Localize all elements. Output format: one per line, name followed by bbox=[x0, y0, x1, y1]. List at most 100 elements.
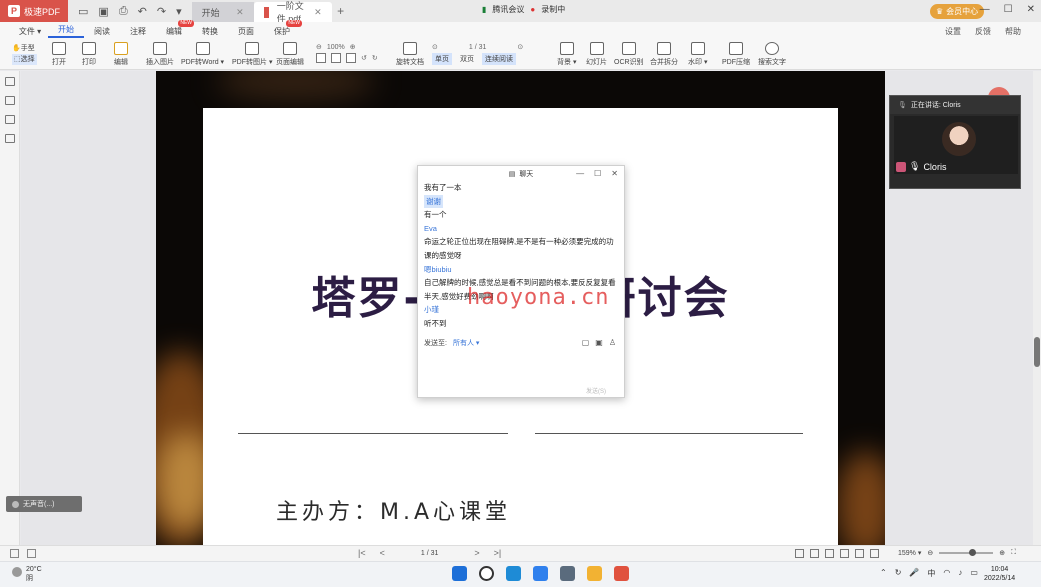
terminal-icon[interactable] bbox=[560, 566, 575, 581]
close-icon[interactable]: ✕ bbox=[611, 169, 618, 178]
battery-icon[interactable]: ▭ bbox=[970, 568, 978, 579]
select-tool-button[interactable]: ⬚选择 bbox=[12, 54, 37, 65]
wifi-icon[interactable]: ◠ bbox=[943, 568, 950, 579]
member-center-button[interactable]: ♛ 会员中心 bbox=[930, 4, 985, 19]
prev-page-icon[interactable]: < bbox=[380, 548, 385, 558]
undo-icon[interactable]: ↶ bbox=[138, 5, 147, 18]
windows-start-icon[interactable] bbox=[452, 566, 467, 581]
zoom-value[interactable]: 100% bbox=[327, 44, 345, 51]
menu-read[interactable]: 阅读 bbox=[84, 26, 120, 37]
menu-annotate[interactable]: 注释 bbox=[120, 26, 156, 37]
menu-file[interactable]: 文件 ▾ bbox=[12, 26, 48, 37]
hand-tool-button[interactable]: ✋手型 bbox=[12, 43, 37, 54]
rotate-right-icon[interactable]: ↻ bbox=[372, 54, 378, 62]
open-button[interactable]: 打开 bbox=[52, 42, 66, 67]
rotate-left-icon[interactable]: ↺ bbox=[361, 54, 367, 62]
zoom-in-icon[interactable]: ⊕ bbox=[350, 43, 356, 51]
video-panel[interactable]: 🎙 正在讲话: Cloris 🎙 Cloris bbox=[889, 95, 1021, 189]
zoom-out-icon[interactable]: ⊖ bbox=[316, 43, 322, 51]
microphone-icon[interactable]: 🎤 bbox=[909, 568, 919, 579]
zoom-slider[interactable] bbox=[939, 549, 994, 556]
double-view-icon[interactable] bbox=[825, 549, 834, 558]
zoom-out-icon[interactable]: ⊖ bbox=[927, 549, 933, 557]
pdf-app-icon[interactable] bbox=[614, 566, 629, 581]
pdf-to-word-button[interactable]: PDF转Word ▾ bbox=[181, 42, 224, 67]
close-window-icon[interactable]: ✕ bbox=[1027, 4, 1035, 15]
open-folder-icon[interactable]: ▭ bbox=[78, 5, 88, 18]
fit-page-icon[interactable] bbox=[316, 53, 326, 63]
menu-edit[interactable]: 编辑 NEW bbox=[156, 19, 194, 37]
file-icon[interactable]: ▢ bbox=[582, 338, 590, 347]
send-button[interactable]: 发送(S) bbox=[586, 386, 606, 395]
edit-button[interactable]: 编辑 bbox=[114, 42, 128, 67]
prev-page-icon[interactable]: ⊙ bbox=[432, 43, 438, 51]
screenshot-icon[interactable]: ▣ bbox=[595, 338, 603, 347]
search-text-button[interactable]: 搜索文字 bbox=[758, 42, 786, 67]
maximize-icon[interactable]: ☐ bbox=[1004, 4, 1013, 15]
next-page-icon[interactable]: > bbox=[474, 548, 479, 558]
fit-width-icon[interactable] bbox=[331, 53, 341, 63]
maximize-icon[interactable]: ☐ bbox=[594, 169, 601, 178]
save-icon[interactable]: ▣ bbox=[98, 5, 108, 18]
volume-icon[interactable]: ♪ bbox=[958, 568, 962, 579]
app-logo[interactable]: P 极速PDF bbox=[0, 0, 69, 22]
settings-link[interactable]: 设置 bbox=[945, 26, 961, 37]
attachments-icon[interactable] bbox=[4, 134, 15, 143]
close-icon[interactable]: ✕ bbox=[314, 7, 322, 18]
zoom-in-icon[interactable]: ⊕ bbox=[999, 549, 1005, 557]
watermark-button[interactable]: 水印 ▾ bbox=[688, 42, 707, 67]
merge-split-button[interactable]: 合并拆分 bbox=[650, 42, 678, 67]
menu-protect[interactable]: 保护 NEW bbox=[264, 19, 302, 37]
vertical-scrollbar[interactable] bbox=[1033, 71, 1041, 545]
last-page-icon[interactable]: >| bbox=[494, 548, 502, 558]
insert-image-button[interactable]: 插入图片 bbox=[146, 42, 174, 67]
double-page-button[interactable]: 双页 bbox=[457, 53, 477, 65]
tab-start[interactable]: 开始 ✕ bbox=[191, 2, 254, 22]
file-explorer-icon[interactable] bbox=[587, 566, 602, 581]
weather-widget[interactable]: 20°C 阴 bbox=[12, 565, 42, 583]
minimize-icon[interactable]: — bbox=[980, 4, 990, 15]
sync-icon[interactable]: ↻ bbox=[895, 568, 902, 579]
meeting-app-icon[interactable] bbox=[533, 566, 548, 581]
menu-start[interactable]: 开始 bbox=[48, 24, 84, 38]
edge-icon[interactable] bbox=[506, 566, 521, 581]
feedback-link[interactable]: 反馈 bbox=[975, 26, 991, 37]
annotations-icon[interactable] bbox=[4, 115, 15, 124]
new-tab-button[interactable]: + bbox=[332, 4, 350, 18]
zoom-level[interactable]: 159% ▾ bbox=[898, 549, 921, 557]
quick-menu-icon[interactable]: ▾ bbox=[176, 5, 182, 18]
next-page-icon[interactable]: ⊙ bbox=[517, 43, 523, 51]
search-icon[interactable] bbox=[479, 566, 494, 581]
fit-view-icon[interactable] bbox=[870, 549, 879, 558]
clock[interactable]: 10:04 2022/5/14 bbox=[984, 565, 1015, 583]
single-view-icon[interactable] bbox=[795, 549, 804, 558]
facing-view-icon[interactable] bbox=[840, 549, 849, 558]
first-page-icon[interactable]: |< bbox=[358, 548, 366, 558]
menu-page[interactable]: 页面 bbox=[228, 26, 264, 37]
print-button[interactable]: 打印 bbox=[82, 42, 96, 67]
ocr-button[interactable]: OCR识别 bbox=[614, 42, 644, 67]
actual-size-icon[interactable] bbox=[346, 53, 356, 63]
print-icon[interactable]: ⎙ bbox=[119, 5, 128, 18]
page-indicator[interactable]: 1 / 31 bbox=[421, 550, 439, 557]
audio-status-pill[interactable]: 无声音(...) bbox=[6, 496, 82, 512]
menu-convert[interactable]: 转换 bbox=[192, 26, 228, 37]
redo-icon[interactable]: ↷ bbox=[157, 5, 166, 18]
recipient-dropdown[interactable]: 所有人 ▾ bbox=[453, 338, 479, 348]
slideshow-button[interactable]: 幻灯片 bbox=[586, 42, 607, 67]
continuous-view-icon[interactable] bbox=[810, 549, 819, 558]
user-icon[interactable]: ♙ bbox=[609, 338, 616, 347]
page-edit-button[interactable]: 页面编辑 bbox=[276, 42, 304, 67]
zoom-knob[interactable] bbox=[969, 549, 977, 556]
cover-view-icon[interactable] bbox=[855, 549, 864, 558]
close-icon[interactable]: ✕ bbox=[236, 7, 244, 18]
page-icon[interactable] bbox=[27, 549, 36, 558]
single-page-button[interactable]: 单页 bbox=[432, 53, 452, 65]
page-count[interactable]: 1 / 31 bbox=[469, 44, 487, 51]
pdf-to-image-button[interactable]: PDF转图片 ▾ bbox=[232, 42, 272, 67]
bookmarks-icon[interactable] bbox=[4, 96, 15, 105]
compress-button[interactable]: PDF压缩 bbox=[722, 42, 750, 67]
fullscreen-icon[interactable]: ⛶ bbox=[1011, 549, 1016, 557]
rotate-doc-button[interactable]: 旋转文档 bbox=[396, 42, 424, 67]
continuous-read-button[interactable]: 连续阅读 bbox=[482, 53, 516, 65]
